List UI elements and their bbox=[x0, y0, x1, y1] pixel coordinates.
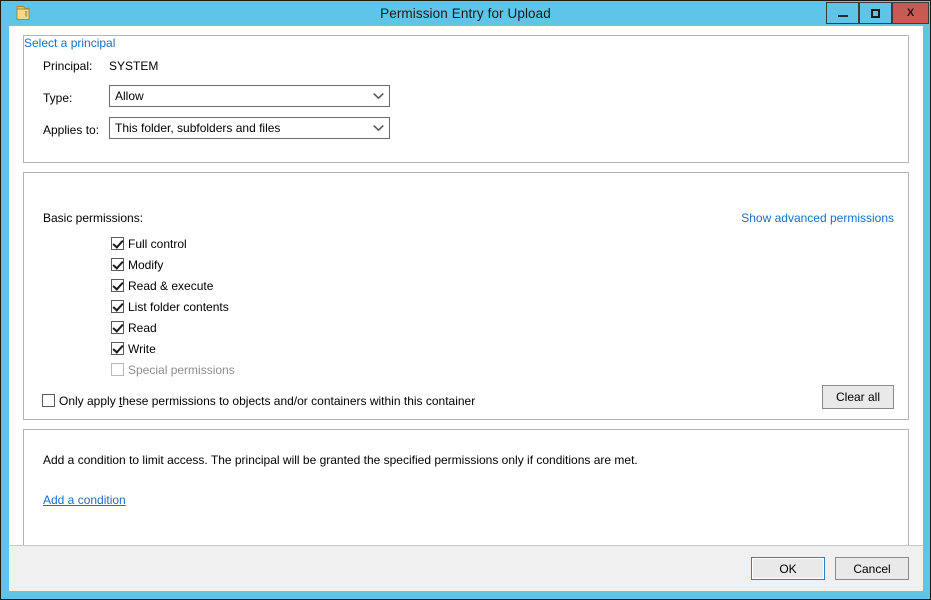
principal-panel: Principal: SYSTEM Select a principal Typ… bbox=[23, 35, 909, 163]
permission-checkbox-read[interactable]: Read bbox=[111, 319, 157, 336]
checkbox-box bbox=[111, 279, 124, 292]
type-selected-value: Allow bbox=[115, 89, 144, 103]
permission-label: Modify bbox=[128, 257, 164, 272]
permission-label: Full control bbox=[128, 236, 187, 251]
type-label: Type: bbox=[43, 91, 73, 105]
checkbox-box bbox=[42, 394, 55, 407]
checkbox-box bbox=[111, 237, 124, 250]
applies-to-selected-value: This folder, subfolders and files bbox=[115, 121, 281, 135]
permission-entry-dialog: Permission Entry for Upload X Principal:… bbox=[0, 0, 931, 600]
condition-panel: Add a condition to limit access. The pri… bbox=[23, 429, 909, 563]
only-apply-label: Only apply these permissions to objects … bbox=[59, 394, 475, 408]
title-bar[interactable]: Permission Entry for Upload X bbox=[1, 1, 930, 26]
only-apply-label-after: hese permissions to objects and/or conta… bbox=[122, 393, 476, 408]
close-button[interactable]: X bbox=[892, 2, 929, 24]
chevron-down-icon bbox=[367, 118, 389, 138]
window-title: Permission Entry for Upload bbox=[380, 6, 551, 21]
checkbox-box bbox=[111, 342, 124, 355]
select-a-principal-link[interactable]: Select a principal bbox=[24, 36, 115, 50]
dialog-footer: OK Cancel bbox=[9, 545, 923, 591]
permission-label: Write bbox=[128, 341, 156, 356]
permission-checkbox-modify[interactable]: Modify bbox=[111, 256, 163, 273]
checkbox-box bbox=[111, 363, 124, 376]
minimize-icon bbox=[838, 15, 848, 17]
condition-description: Add a condition to limit access. The pri… bbox=[43, 453, 638, 467]
checkbox-box bbox=[111, 300, 124, 313]
applies-to-dropdown[interactable]: This folder, subfolders and files bbox=[109, 117, 390, 139]
add-a-condition-link[interactable]: Add a condition bbox=[43, 493, 126, 507]
type-dropdown[interactable]: Allow bbox=[109, 85, 390, 107]
maximize-icon bbox=[871, 9, 880, 18]
permission-checkbox-list-folder-contents[interactable]: List folder contents bbox=[111, 298, 229, 315]
basic-permissions-label: Basic permissions: bbox=[43, 211, 144, 225]
checkbox-box bbox=[111, 321, 124, 334]
permission-checkbox-full-control[interactable]: Full control bbox=[111, 235, 187, 252]
maximize-button[interactable] bbox=[859, 2, 892, 24]
only-apply-label-before: Only apply bbox=[59, 393, 120, 408]
permission-checkbox-read-execute[interactable]: Read & execute bbox=[111, 277, 213, 294]
only-apply-to-container-checkbox[interactable]: Only apply these permissions to objects … bbox=[42, 392, 475, 409]
chevron-down-icon bbox=[367, 86, 389, 106]
principal-label: Principal: bbox=[43, 59, 93, 73]
permission-checkbox-write[interactable]: Write bbox=[111, 340, 156, 357]
permission-checkbox-special-permissions: Special permissions bbox=[111, 361, 235, 378]
cancel-button[interactable]: Cancel bbox=[835, 557, 909, 580]
dialog-client-area: Principal: SYSTEM Select a principal Typ… bbox=[9, 26, 923, 591]
permission-label: List folder contents bbox=[128, 299, 229, 314]
ok-button[interactable]: OK bbox=[751, 557, 825, 580]
show-advanced-permissions-link[interactable]: Show advanced permissions bbox=[741, 211, 894, 225]
permission-label: Read & execute bbox=[128, 278, 214, 293]
principal-value: SYSTEM bbox=[109, 59, 159, 73]
checkbox-box bbox=[111, 258, 124, 271]
permission-label: Read bbox=[128, 320, 157, 335]
applies-to-label: Applies to: bbox=[43, 123, 100, 137]
clear-all-button[interactable]: Clear all bbox=[822, 385, 894, 409]
permissions-panel: Basic permissions: Show advanced permiss… bbox=[23, 172, 909, 420]
permission-label: Special permissions bbox=[128, 362, 235, 377]
minimize-button[interactable] bbox=[826, 2, 859, 24]
close-icon: X bbox=[906, 7, 915, 19]
